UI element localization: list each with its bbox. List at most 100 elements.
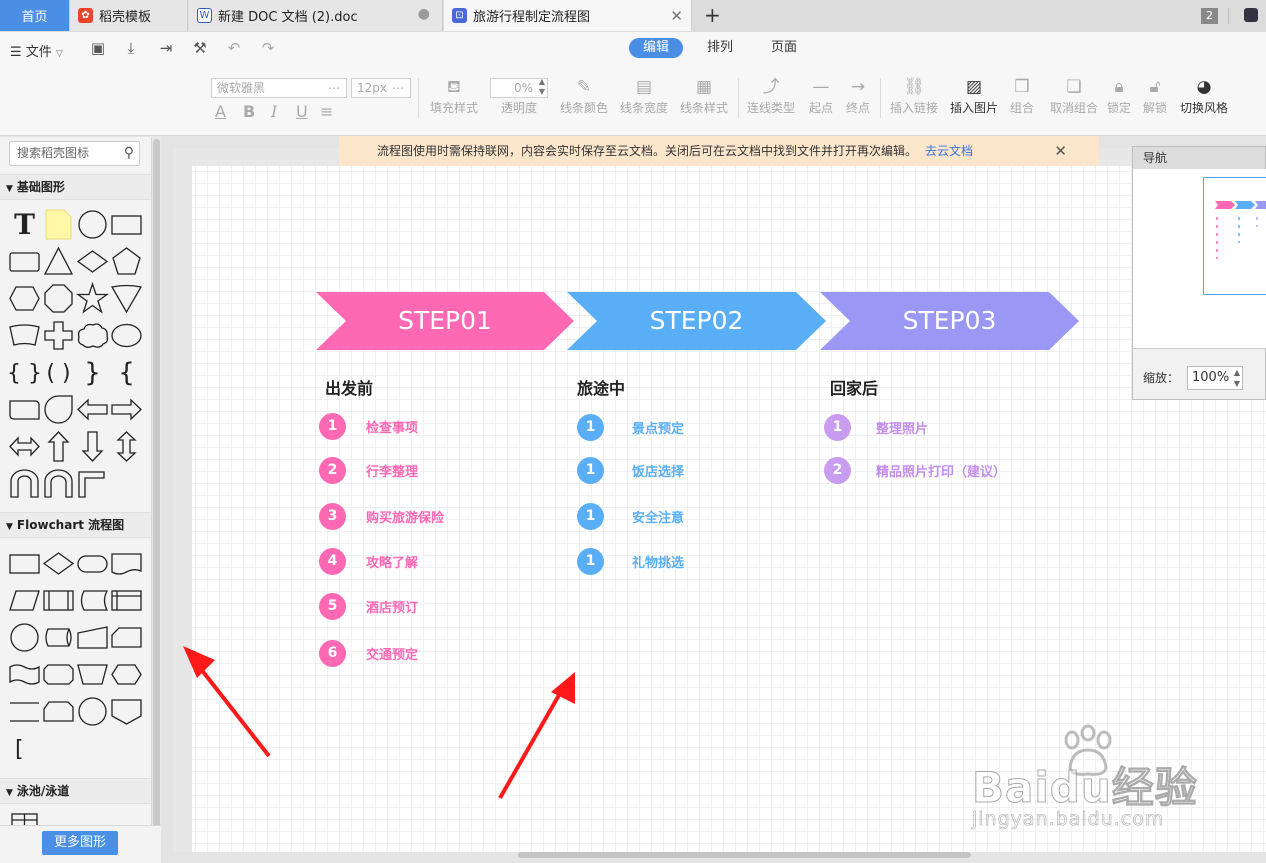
column-title-after[interactable]: 回家后 xyxy=(830,375,878,399)
step-03-chevron[interactable]: STEP03 xyxy=(820,292,1079,350)
list-item[interactable]: 3 购买旅游保险 xyxy=(319,502,444,530)
search-icon[interactable]: ⚲ xyxy=(124,142,134,165)
manual-operation-shape[interactable] xyxy=(76,658,109,691)
list-item[interactable]: 4 攻略了解 xyxy=(319,547,418,575)
parallel-lines-shape[interactable] xyxy=(8,695,41,728)
card-shape[interactable] xyxy=(110,621,143,654)
column-title-before[interactable]: 出发前 xyxy=(325,375,373,399)
user-avatar-icon[interactable] xyxy=(1244,8,1258,22)
go-cloud-docs-link[interactable]: 去云文档 xyxy=(925,144,973,158)
ungroup-tool[interactable]: ❏ 取消组合 xyxy=(1044,76,1104,116)
terminator-shape[interactable] xyxy=(76,547,109,580)
down-arrow-shape[interactable] xyxy=(76,430,109,463)
trapezoid-shape[interactable] xyxy=(8,319,41,352)
curly-braces-shape[interactable]: { } xyxy=(7,356,42,389)
sidebar-scrollbar[interactable] xyxy=(152,137,161,863)
right-arrow-shape[interactable] xyxy=(110,393,143,426)
circle-connector-shape[interactable] xyxy=(76,695,109,728)
decision-shape[interactable] xyxy=(42,547,75,580)
save-icon[interactable]: ▣ xyxy=(89,39,107,57)
list-item[interactable]: 1 检查事项 xyxy=(319,412,418,440)
insert-image-tool[interactable]: ▨ 插入图片 xyxy=(944,76,1004,116)
mode-arrange-tab[interactable]: 排列 xyxy=(693,38,747,58)
list-item[interactable]: 1 整理照片 xyxy=(824,413,928,441)
list-item[interactable]: 1 饭店选择 xyxy=(577,456,684,484)
data-shape[interactable] xyxy=(8,584,41,617)
undo-icon[interactable]: ↶ xyxy=(225,39,243,57)
zoom-input[interactable]: 100% ▲ ▼ xyxy=(1187,366,1243,390)
tab-doc-file[interactable]: W 新建 DOC 文档 (2).doc ● xyxy=(189,0,443,31)
list-item[interactable]: 6 交通预定 xyxy=(319,639,418,667)
line-color-tool[interactable]: ✎ 线条颜色 xyxy=(554,76,614,116)
section-swimlane[interactable]: ▼ 泳池/泳道 xyxy=(0,778,151,804)
bold-icon[interactable]: B xyxy=(243,102,255,121)
mode-edit-tab[interactable]: 编辑 xyxy=(629,38,684,58)
scrollbar-thumb[interactable] xyxy=(153,139,160,829)
step-01-chevron[interactable]: STEP01 xyxy=(316,292,574,350)
font-size-select[interactable]: 12px ⋯ xyxy=(351,78,411,98)
section-basic-shapes[interactable]: ▼ 基础图形 xyxy=(0,174,151,200)
manual-input-shape[interactable] xyxy=(76,621,109,654)
stored-data-shape[interactable] xyxy=(76,584,109,617)
list-item[interactable]: 2 行李整理 xyxy=(319,456,418,484)
preparation-shape[interactable] xyxy=(110,658,143,691)
document-shape[interactable] xyxy=(110,547,143,580)
canvas-horizontal-scrollbar[interactable] xyxy=(518,852,971,858)
cross-shape[interactable] xyxy=(42,319,75,352)
section-flowchart[interactable]: ▼ Flowchart 流程图 xyxy=(0,512,151,538)
export-icon[interactable]: ⇥ xyxy=(157,39,175,57)
search-input[interactable]: 搜索稻壳图标 ⚲ xyxy=(9,141,140,166)
underline-icon[interactable]: U xyxy=(296,102,308,121)
octagon-shape[interactable] xyxy=(42,282,75,315)
left-arrow-shape[interactable] xyxy=(76,393,109,426)
tab-docer-template[interactable]: ✿ 稻壳模板 xyxy=(70,0,188,31)
punched-tape-shape[interactable] xyxy=(8,658,41,691)
u-turn-shape[interactable] xyxy=(8,467,41,500)
internal-storage-shape[interactable] xyxy=(110,584,143,617)
list-item[interactable]: 1 景点预定 xyxy=(577,413,684,441)
group-tool[interactable]: ❐ 组合 xyxy=(996,76,1048,116)
close-tab-icon[interactable]: ✕ xyxy=(670,7,683,25)
off-page-connector-shape[interactable] xyxy=(110,695,143,728)
delay-shape[interactable] xyxy=(42,695,75,728)
font-family-select[interactable]: 微软雅黑 ⋯ xyxy=(211,78,347,98)
redo-icon[interactable]: ↷ xyxy=(259,39,277,57)
annotation-shape[interactable]: [ xyxy=(8,732,41,765)
text-shape[interactable]: T xyxy=(8,208,41,241)
ellipse-shape[interactable] xyxy=(110,319,143,352)
opacity-tool[interactable]: ·透明度 xyxy=(489,76,549,116)
close-notice-icon[interactable]: ✕ xyxy=(1054,136,1067,166)
connector-shape[interactable] xyxy=(8,621,41,654)
left-right-arrow-shape[interactable] xyxy=(8,430,41,463)
up-down-arrow-shape[interactable] xyxy=(110,430,143,463)
star-shape[interactable] xyxy=(75,281,110,315)
window-count-badge[interactable]: 2 xyxy=(1201,8,1218,24)
insert-link-tool[interactable]: ⛓ 插入链接 xyxy=(884,76,944,116)
arch-shape[interactable] xyxy=(42,467,75,500)
file-menu[interactable]: ☰ 文件 ▽ xyxy=(10,41,63,60)
download-icon[interactable]: ⤓ xyxy=(122,39,140,57)
predefined-process-shape[interactable] xyxy=(42,584,75,617)
end-point-tool[interactable]: → 终点 xyxy=(828,76,888,116)
circle-shape[interactable] xyxy=(76,208,109,241)
up-arrow-shape[interactable] xyxy=(42,430,75,463)
diamond-shape[interactable] xyxy=(76,245,109,278)
direct-data-shape[interactable] xyxy=(42,621,75,654)
navigator-preview[interactable] xyxy=(1133,169,1266,349)
loop-limit-shape[interactable] xyxy=(42,658,75,691)
step-02-chevron[interactable]: STEP02 xyxy=(567,292,826,350)
rounded-rectangle-shape[interactable] xyxy=(8,245,41,278)
tab-flowchart[interactable]: ⊡ 旅游行程制定流程图 ✕ xyxy=(444,0,692,31)
format-painter-icon[interactable]: ⚒ xyxy=(191,39,209,57)
list-item[interactable]: 2 精品照片打印（建议） xyxy=(824,456,1006,484)
mode-page-tab[interactable]: 页面 xyxy=(757,38,811,58)
tab-home[interactable]: 首页 xyxy=(0,0,70,31)
navigator-panel[interactable]: 导航 缩放： 100% ▲ ▼ xyxy=(1132,146,1266,400)
more-shapes-button[interactable]: 更多图形 xyxy=(42,831,118,855)
align-icon[interactable]: ≡ xyxy=(320,102,333,121)
new-tab-button[interactable]: + xyxy=(704,3,721,27)
list-item[interactable]: 1 礼物挑选 xyxy=(577,547,684,575)
pentagon-shape[interactable] xyxy=(110,245,143,278)
note-shape[interactable] xyxy=(42,208,75,241)
teardrop-shape[interactable] xyxy=(42,393,75,426)
